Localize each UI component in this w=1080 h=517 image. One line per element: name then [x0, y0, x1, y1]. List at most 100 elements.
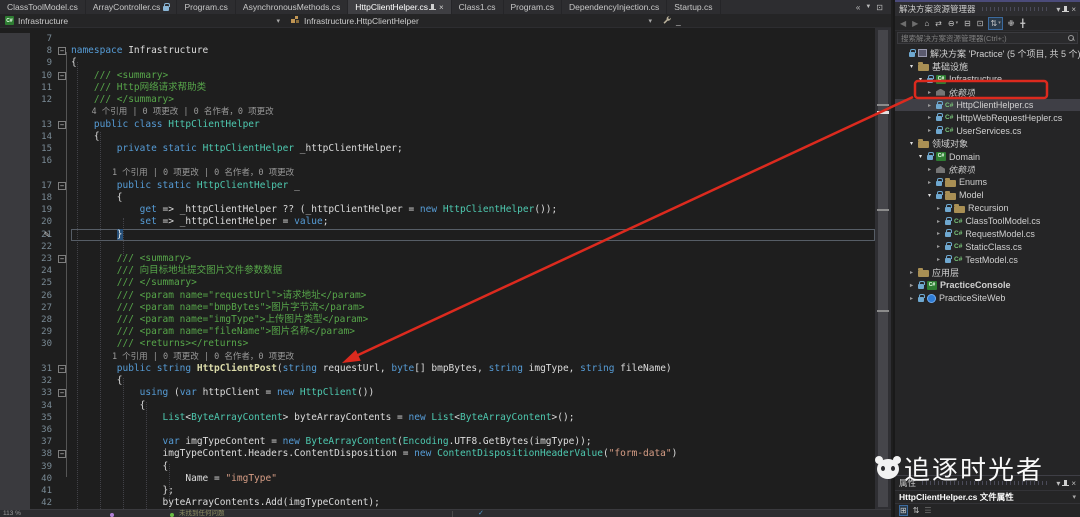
code-line-12[interactable]: 12 /// </summary>: [0, 94, 875, 107]
fold-margin[interactable]: [56, 302, 71, 314]
code-line-34[interactable]: 34 {: [0, 399, 875, 412]
chevron-down-icon[interactable]: ▾: [1072, 493, 1076, 501]
expand-arrow-icon[interactable]: ▸: [908, 282, 915, 289]
tree-item[interactable]: ▸ C# TestModel.cs: [895, 253, 1080, 266]
fold-collapse-icon[interactable]: −: [58, 450, 66, 459]
back-icon[interactable]: ◀: [899, 18, 907, 29]
expand-arrow-icon[interactable]: ▸: [926, 102, 933, 109]
glyph-margin[interactable]: [0, 265, 30, 278]
tree-item[interactable]: ▸ C# StaticClass.cs: [895, 240, 1080, 253]
glyph-margin[interactable]: [0, 204, 30, 217]
tree-item[interactable]: ▸ C# RequestModel.cs: [895, 227, 1080, 240]
fold-margin[interactable]: −: [56, 70, 71, 82]
glyph-margin[interactable]: [0, 497, 30, 510]
code-line-13[interactable]: 13− public class HttpClientHelper: [0, 118, 875, 131]
collapse-arrow-icon[interactable]: ▾: [926, 192, 933, 199]
fold-margin[interactable]: [56, 155, 71, 167]
glyph-margin[interactable]: [0, 142, 30, 156]
tree-item[interactable]: ▾ C# Domain: [895, 150, 1080, 163]
fold-margin[interactable]: [56, 57, 71, 69]
code-line-23[interactable]: 23− /// <summary>: [0, 252, 875, 266]
tree-item[interactable]: ▾ C# Infrastructure: [895, 73, 1080, 86]
tree-item[interactable]: ▾ 基础设施: [895, 60, 1080, 73]
code-line-8[interactable]: 8− namespace Infrastructure: [0, 45, 875, 58]
glyph-margin[interactable]: [0, 460, 30, 473]
tree-item[interactable]: ▸ PracticeSiteWeb: [895, 292, 1080, 305]
expand-arrow-icon[interactable]: ▸: [908, 295, 915, 302]
fold-margin[interactable]: [56, 167, 71, 179]
forward-icon[interactable]: ▶: [911, 18, 919, 29]
glyph-margin[interactable]: [0, 387, 30, 400]
glyph-margin[interactable]: [0, 436, 30, 449]
expand-arrow-icon[interactable]: ▸: [935, 243, 942, 250]
expand-arrow-icon[interactable]: ▸: [908, 269, 915, 276]
fold-margin[interactable]: ✎: [44, 229, 71, 241]
glyph-margin[interactable]: [0, 326, 30, 339]
code-line-16[interactable]: 16: [0, 155, 875, 168]
glyph-margin[interactable]: [0, 191, 30, 205]
glyph-margin[interactable]: [0, 45, 30, 58]
glyph-margin[interactable]: [0, 179, 30, 192]
fold-margin[interactable]: [56, 192, 71, 204]
properties-object-selector[interactable]: HttpClientHelper.cs 文件属性 ▾: [895, 490, 1080, 504]
glyph-margin[interactable]: [0, 277, 30, 290]
code-line-20[interactable]: 20 set => _httpClientHelper = value;: [0, 216, 875, 229]
document-tab[interactable]: HttpClientHelper.cs ×: [348, 0, 452, 14]
document-tab[interactable]: Startup.cs: [667, 0, 721, 14]
glyph-margin[interactable]: [0, 57, 30, 70]
fold-collapse-icon[interactable]: −: [58, 254, 66, 263]
tree-item[interactable]: ▸ C# PracticeConsole: [895, 279, 1080, 292]
switch-views-icon[interactable]: ⇄: [934, 18, 943, 29]
tree-item[interactable]: ▸ C# ClassToolModel.cs: [895, 215, 1080, 228]
close-icon[interactable]: ×: [1071, 5, 1076, 14]
glyph-margin[interactable]: [0, 155, 30, 168]
vertical-scrollbar[interactable]: [875, 28, 891, 509]
glyph-margin[interactable]: [0, 399, 30, 412]
expand-arrow-icon[interactable]: ▸: [926, 114, 933, 121]
glyph-margin[interactable]: [0, 252, 30, 266]
member-dropdown[interactable]: _: [657, 14, 686, 27]
fold-margin[interactable]: [56, 94, 71, 106]
pending-changes-filter-icon[interactable]: ⊖ ▾: [947, 18, 959, 29]
tree-item[interactable]: ▸ C# HttpClientHelper.cs: [895, 98, 1080, 112]
tree-item[interactable]: ▸ Recursion: [895, 202, 1080, 215]
window-position-icon[interactable]: ▾: [1056, 479, 1060, 488]
project-dropdown[interactable]: C# Infrastructure ▾: [0, 14, 285, 27]
fold-margin[interactable]: [56, 131, 71, 143]
collapse-all-icon[interactable]: ⊟: [963, 18, 972, 29]
code-line-24[interactable]: 24 /// 向目标地址提交图片文件参数数据: [0, 265, 875, 278]
solution-explorer-titlebar[interactable]: 解决方案资源管理器 ▾ ×: [895, 2, 1080, 16]
glyph-margin[interactable]: [0, 289, 30, 302]
code-line-35[interactable]: 35 List<ByteArrayContent> byteArrayConte…: [0, 411, 875, 424]
code-line-36[interactable]: 36: [0, 424, 875, 437]
tree-item[interactable]: ▸ 应用层: [895, 266, 1080, 279]
fold-margin[interactable]: [56, 277, 71, 289]
fold-margin[interactable]: [56, 461, 71, 473]
fold-margin[interactable]: [56, 265, 71, 277]
search-icon[interactable]: [1068, 35, 1074, 41]
close-icon[interactable]: ×: [1071, 479, 1076, 488]
close-icon[interactable]: ×: [439, 3, 444, 12]
glyph-margin[interactable]: [0, 301, 30, 315]
document-tab[interactable]: Program.cs: [504, 0, 562, 14]
document-tab[interactable]: ArrayController.cs: [86, 0, 178, 14]
fold-collapse-icon[interactable]: −: [58, 71, 66, 80]
fold-margin[interactable]: [56, 436, 71, 448]
fold-margin[interactable]: −: [56, 45, 71, 57]
fold-collapse-icon[interactable]: −: [58, 389, 66, 398]
code-line-26[interactable]: 26 /// <param name="requestUrl">请求地址</pa…: [0, 289, 875, 302]
tree-item[interactable]: ▸ Enums: [895, 176, 1080, 189]
glyph-margin[interactable]: [0, 350, 30, 363]
fold-margin[interactable]: −: [56, 180, 71, 192]
categorized-icon[interactable]: ⊞: [899, 505, 908, 516]
fold-margin[interactable]: −: [56, 363, 71, 375]
code-line-11[interactable]: 11 /// Http网络请求帮助类: [0, 81, 875, 95]
glyph-margin[interactable]: [0, 362, 30, 376]
fold-margin[interactable]: [56, 400, 71, 412]
expand-arrow-icon[interactable]: ▸: [926, 127, 933, 134]
code-line-39[interactable]: 39 {: [0, 460, 875, 473]
feedback-dot-icon[interactable]: [110, 512, 114, 517]
glyph-margin[interactable]: [0, 338, 30, 351]
document-tab[interactable]: Class1.cs: [452, 0, 504, 14]
fold-margin[interactable]: −: [56, 387, 71, 399]
